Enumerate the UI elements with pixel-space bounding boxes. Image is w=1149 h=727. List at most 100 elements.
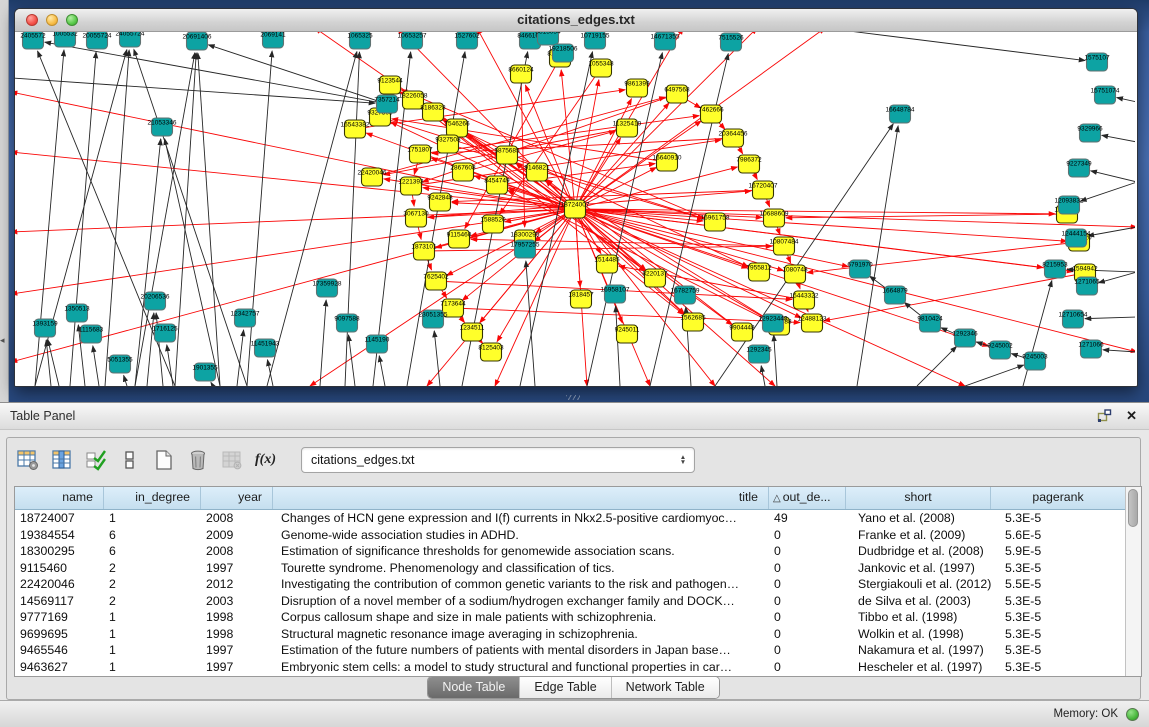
table-cell[interactable]: 0 [769, 543, 846, 560]
table-cell[interactable]: Yano et al. (2008) [846, 510, 991, 527]
table-cell[interactable]: 5.3E-5 [991, 626, 1125, 643]
table-cell[interactable]: 6 [104, 543, 201, 560]
network-node[interactable]: 7515526 [718, 33, 744, 51]
table-cell[interactable]: 2008 [201, 510, 273, 527]
network-node[interactable]: 1115683 [79, 325, 104, 343]
table-row[interactable]: 911546021997Tourette syndrome. Phenomeno… [15, 560, 1125, 577]
table-settings-icon[interactable] [15, 448, 40, 473]
table-cell[interactable]: Corpus callosum shape and size in male p… [273, 609, 769, 626]
network-node[interactable]: 9810424 [917, 314, 943, 332]
table-cell[interactable]: 0 [769, 527, 846, 544]
network-node[interactable]: 1005532 [52, 32, 78, 47]
table-cell[interactable]: Hescheler et al. (1997) [846, 659, 991, 676]
network-node[interactable]: 8454749 [484, 176, 510, 194]
network-node[interactable]: 9327508 [435, 135, 461, 153]
network-node[interactable]: 10688609 [760, 209, 789, 227]
network-node[interactable]: 11451943 [251, 339, 280, 357]
scrollbar-thumb[interactable] [1128, 489, 1138, 527]
network-node[interactable]: 12488123 [798, 314, 827, 332]
network-edge[interactable] [48, 340, 59, 386]
table-row[interactable]: 946362711997Embryonic stem cells: a mode… [15, 659, 1125, 676]
network-node[interactable]: 9904448 [729, 323, 755, 341]
network-node[interactable]: 12710654 [1059, 310, 1088, 328]
zoom-window-button[interactable] [66, 14, 78, 26]
network-node[interactable]: 16961758 [701, 213, 730, 231]
network-node[interactable]: 16782759 [671, 286, 700, 304]
network-node[interactable]: 12342757 [231, 309, 260, 327]
network-edge[interactable] [1091, 171, 1135, 182]
network-edge[interactable] [1088, 227, 1135, 236]
table-cell[interactable]: 18300295 [15, 543, 104, 560]
network-view[interactable]: 1872400791235441822605893275051654338281… [15, 32, 1135, 386]
table-cell[interactable]: Tibbo et al. (1998) [846, 609, 991, 626]
table-cell[interactable]: 5.3E-5 [991, 510, 1125, 527]
table-cell[interactable]: Estimation of significance thresholds fo… [273, 543, 769, 560]
network-edge[interactable] [247, 51, 272, 386]
table-cell[interactable]: 1997 [201, 642, 273, 659]
table-cell[interactable]: 0 [769, 576, 846, 593]
table-cell[interactable]: 14569117 [15, 593, 104, 610]
table-cell[interactable]: 2 [104, 560, 201, 577]
network-node[interactable]: 3067130 [403, 209, 429, 227]
network-edge[interactable] [1117, 98, 1135, 102]
table-cell[interactable]: 5.5E-5 [991, 576, 1125, 593]
show-column-icon[interactable] [49, 448, 74, 473]
table-cell[interactable]: 2 [104, 576, 201, 593]
table-cell[interactable]: 2012 [201, 576, 273, 593]
network-node[interactable]: 19218506 [549, 44, 578, 62]
column-header-year[interactable]: year [201, 487, 273, 509]
table-cell[interactable]: 5.3E-5 [991, 659, 1125, 676]
network-edge[interactable] [917, 346, 957, 386]
network-edge[interactable] [93, 346, 99, 386]
table-cell[interactable]: 18724007 [15, 510, 104, 527]
network-node[interactable]: 1818457 [568, 290, 594, 308]
network-canvas[interactable]: 1872400791235441822605893275051654338281… [15, 32, 1135, 386]
table-cell[interactable]: Genome-wide association studies in ADHD. [273, 527, 769, 544]
column-header-short[interactable]: short [846, 487, 991, 509]
table-cell[interactable]: 1 [104, 642, 201, 659]
table-row[interactable]: 1938455462009Genome-wide association stu… [15, 527, 1125, 544]
network-node[interactable]: 24055724 [116, 32, 145, 47]
table-row[interactable]: 969969511998Structural magnetic resonanc… [15, 626, 1125, 643]
table-cell[interactable]: 2003 [201, 593, 273, 610]
network-node[interactable]: 7357214 [374, 95, 400, 113]
network-edge[interactable] [46, 340, 51, 386]
network-node[interactable]: 1055348 [588, 59, 614, 77]
network-node[interactable]: 22420046 [358, 168, 387, 186]
close-window-button[interactable] [26, 14, 38, 26]
network-node[interactable]: 2069141 [260, 32, 286, 48]
tab-network-table[interactable]: Network Table [612, 677, 719, 698]
table-cell[interactable]: Changes of HCN gene expression and I(f) … [273, 510, 769, 527]
network-node[interactable]: 15443322 [790, 291, 819, 309]
network-edge[interactable] [616, 306, 620, 386]
table-select-dropdown[interactable]: citations_edges.txt ▲▼ [301, 447, 695, 473]
table-cell[interactable]: Nakamura et al. (1997) [846, 642, 991, 659]
table-cell[interactable]: Estimation of the future numbers of pati… [273, 642, 769, 659]
network-node[interactable]: 9146821 [524, 163, 550, 181]
column-header-out-degree[interactable]: △out_de... [769, 487, 846, 509]
network-node[interactable]: 7546266 [444, 119, 470, 137]
network-edge[interactable] [575, 99, 632, 209]
network-node[interactable]: 6497568 [664, 85, 690, 103]
control-panel-splitter[interactable]: ◂ [0, 0, 9, 402]
network-node[interactable]: 1292346 [952, 329, 978, 347]
table-row[interactable]: 1456911722003Disruption of a novel membe… [15, 593, 1125, 610]
network-edge[interactable] [134, 49, 247, 386]
float-window-icon[interactable] [1097, 409, 1112, 422]
table-cell[interactable]: 1 [104, 659, 201, 676]
network-edge[interactable] [167, 345, 173, 386]
network-node[interactable]: 8215953 [1042, 260, 1068, 278]
network-node[interactable]: 20055724 [83, 32, 112, 49]
network-node[interactable]: 14671355 [651, 32, 680, 50]
network-node[interactable]: 1292345 [746, 345, 772, 363]
table-cell[interactable]: 5.3E-5 [991, 560, 1125, 577]
table-cell[interactable]: 2008 [201, 543, 273, 560]
create-table-icon[interactable] [151, 448, 176, 473]
table-cell[interactable]: 2 [104, 593, 201, 610]
table-cell[interactable]: Jankovic et al. (1997) [846, 560, 991, 577]
network-node[interactable]: 9097588 [334, 314, 360, 332]
table-cell[interactable]: de Silva et al. (2003) [846, 593, 991, 610]
network-node[interactable]: 9123544 [377, 76, 403, 94]
network-edge[interactable] [761, 366, 765, 386]
network-node[interactable]: 18724007 [561, 200, 590, 218]
